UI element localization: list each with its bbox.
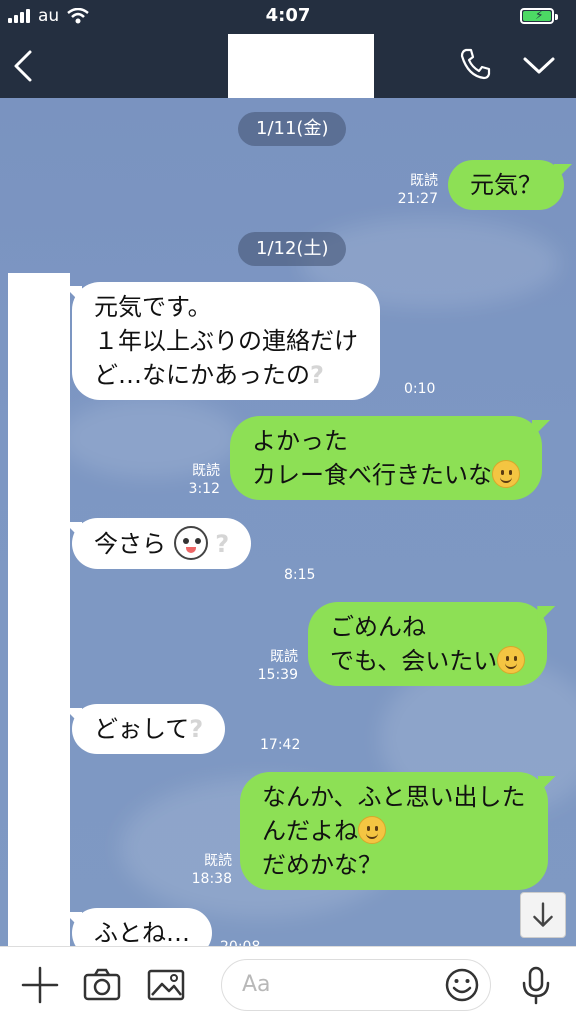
- read-receipt: 既読: [192, 463, 220, 479]
- question-mark-emoji: ?: [189, 715, 204, 743]
- message-text: カレー食べ行きたいな: [252, 461, 492, 489]
- message-time: 21:27: [397, 191, 438, 207]
- date-separator: 1/11(金): [238, 112, 347, 146]
- message-time: 3:12: [188, 481, 220, 497]
- message-time: 17:42: [260, 737, 301, 753]
- chevron-down-icon[interactable]: [520, 50, 558, 80]
- image-icon[interactable]: [146, 965, 186, 1005]
- message-text: でも、会いたい: [330, 647, 498, 675]
- message-bubble-outgoing[interactable]: よかったカレー食べ行きたいな: [230, 416, 542, 500]
- chat-header: [0, 34, 576, 98]
- message-bubble-incoming[interactable]: 今さら ?: [72, 518, 252, 569]
- message-text: 元気？: [470, 171, 542, 199]
- smiley-icon[interactable]: [444, 967, 480, 1003]
- message-text: んだよね: [262, 817, 358, 845]
- message-text: だめかな？: [262, 851, 382, 879]
- top-bar: au 4:07 ⚡: [0, 0, 576, 98]
- question-mark-emoji: ?: [310, 361, 324, 389]
- plus-icon[interactable]: [20, 965, 60, 1005]
- read-receipt: 既読: [270, 649, 298, 665]
- date-separator: 1/12(土): [238, 232, 347, 266]
- message-text: ど…なにかあったの: [94, 361, 310, 389]
- smiley-emoji: [497, 646, 526, 674]
- smiley-emoji: [358, 816, 386, 844]
- message-meta: 既読 15:39: [244, 648, 298, 684]
- message-bubble-incoming[interactable]: どぉして?: [72, 704, 226, 754]
- arrow-down-icon[interactable]: [520, 892, 566, 938]
- message-time: 20:08: [220, 938, 260, 946]
- camera-icon[interactable]: [82, 965, 122, 1005]
- smiley-emoji: [492, 460, 520, 488]
- message-time: 18:38: [191, 871, 232, 887]
- message-meta: 既読 18:38: [178, 852, 232, 888]
- message-meta: 既読 21:27: [380, 172, 438, 208]
- message-time: 0:10: [404, 381, 436, 397]
- face-emoji: [173, 526, 208, 560]
- message-text: なんか、ふと思い出した: [262, 783, 526, 811]
- chat-area[interactable]: 1/11(金) 既読 21:27 元気？ 1/12(土) 元気です。 １年以上ぶり…: [0, 98, 576, 946]
- message-text: 今さら: [94, 530, 166, 558]
- message-bubble-incoming[interactable]: 元気です。 １年以上ぶりの連絡だけ ど…なにかあったの?: [72, 282, 380, 400]
- message-text: ごめんね: [330, 613, 426, 641]
- message-text: ふとね…: [94, 919, 190, 946]
- message-text: １年以上ぶりの連絡だけ: [94, 327, 358, 355]
- message-bubble-outgoing[interactable]: 元気？: [448, 160, 564, 210]
- message-input-bar: Aa: [0, 946, 576, 1024]
- message-bubble-incoming[interactable]: ふとね…: [72, 908, 212, 946]
- message-bubble-outgoing[interactable]: ごめんねでも、会いたい: [308, 602, 548, 686]
- battery-icon: ⚡: [520, 8, 558, 24]
- message-text: よかった: [252, 427, 348, 455]
- status-bar: au 4:07 ⚡: [0, 0, 576, 32]
- message-text: どぉして: [94, 715, 190, 743]
- phone-icon[interactable]: [458, 46, 494, 82]
- message-meta: 既読 3:12: [176, 462, 220, 498]
- read-receipt: 既読: [410, 173, 438, 189]
- message-time: 15:39: [257, 667, 298, 683]
- message-text: 元気です。: [94, 293, 212, 321]
- read-receipt: 既読: [204, 853, 232, 869]
- message-bubble-outgoing[interactable]: なんか、ふと思い出した んだよねだめかな？: [240, 772, 548, 890]
- question-mark-emoji: ?: [215, 530, 230, 558]
- avatar-column: [8, 273, 70, 946]
- microphone-icon[interactable]: [516, 965, 556, 1005]
- back-button[interactable]: [10, 46, 40, 86]
- chat-title: [228, 34, 374, 98]
- message-time: 8:15: [284, 567, 316, 583]
- status-time: 4:07: [265, 5, 311, 26]
